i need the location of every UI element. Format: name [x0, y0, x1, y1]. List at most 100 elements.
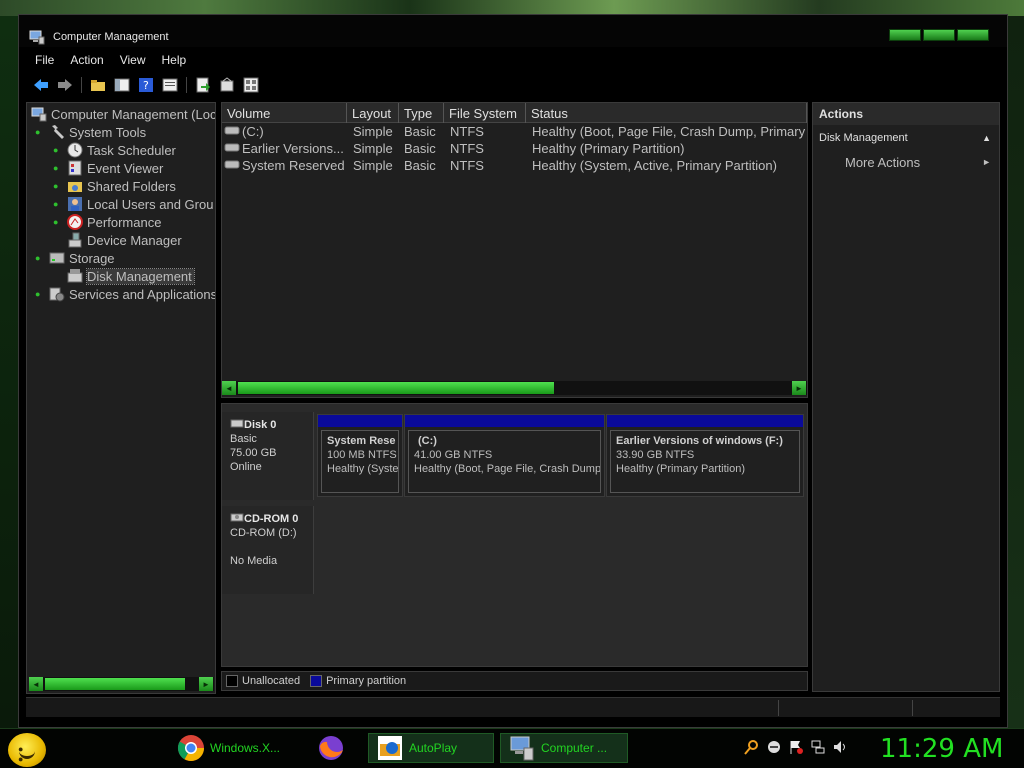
- column-layout[interactable]: Layout: [347, 103, 399, 123]
- taskbar-item-firefox[interactable]: [310, 733, 356, 763]
- search-icon[interactable]: [744, 739, 760, 755]
- expand-icon[interactable]: ●: [53, 217, 63, 227]
- action-center-flag-icon[interactable]: [788, 739, 804, 755]
- partition-c[interactable]: (C:) 41.00 GB NTFS Healthy (Boot, Page F…: [404, 414, 605, 497]
- volume-icon[interactable]: [832, 739, 848, 755]
- autoplay-icon: [375, 733, 405, 763]
- window-title: Computer Management: [53, 31, 169, 43]
- column-volume[interactable]: Volume: [222, 103, 347, 123]
- more-actions-item[interactable]: More Actions ►: [813, 153, 999, 173]
- volume-row[interactable]: (C:) Simple Basic NTFS Healthy (Boot, Pa…: [222, 124, 807, 141]
- storage-icon: [49, 250, 65, 266]
- tree-item-label: Task Scheduler: [87, 142, 176, 158]
- toolbar-separator: [186, 77, 187, 93]
- show-hide-tree-icon[interactable]: [114, 77, 130, 93]
- actions-section-disk-management[interactable]: Disk Management ▲: [813, 129, 999, 149]
- volume-horizontal-scrollbar[interactable]: ◄ ►: [222, 381, 807, 395]
- title-bar[interactable]: Computer Management: [19, 15, 1007, 47]
- column-status[interactable]: Status: [526, 103, 807, 123]
- maximize-button[interactable]: [923, 29, 955, 41]
- refresh-icon[interactable]: [219, 77, 235, 93]
- start-button[interactable]: ● ●: [8, 733, 46, 767]
- volume-list: Volume Layout Type File System Status (C…: [221, 102, 808, 398]
- tree-item-computer-management[interactable]: Computer Management (Loc: [31, 105, 215, 123]
- tree-item-local-users[interactable]: ● Local Users and Grou: [53, 195, 213, 213]
- tree-item-performance[interactable]: ● Performance: [53, 213, 161, 231]
- partition-system-reserved[interactable]: System Rese 100 MB NTFS Healthy (Syste: [317, 414, 403, 497]
- taskbar-item-computer-management[interactable]: Computer ...: [500, 733, 628, 763]
- drive-icon: [224, 158, 240, 173]
- network-icon[interactable]: [810, 739, 826, 755]
- close-button[interactable]: [957, 29, 989, 41]
- help-icon[interactable]: ?: [138, 77, 154, 93]
- minus-circle-icon[interactable]: [766, 739, 782, 755]
- scroll-left-icon[interactable]: ◄: [222, 381, 236, 395]
- volume-layout: Simple: [353, 124, 393, 139]
- tree-item-shared-folders[interactable]: ● Shared Folders: [53, 177, 176, 195]
- partition-type-bar: [318, 415, 402, 427]
- clock[interactable]: 11:29 AM: [880, 734, 1003, 764]
- status-bar: [26, 697, 1000, 717]
- menu-file[interactable]: File: [27, 51, 62, 71]
- more-actions-label: More Actions: [845, 155, 921, 170]
- taskbar-item-autoplay[interactable]: AutoPlay: [368, 733, 494, 763]
- partition-f[interactable]: Earlier Versions of windows (F:) 33.90 G…: [606, 414, 804, 497]
- disk-0-label[interactable]: Disk 0 Basic 75.00 GB Online: [222, 412, 314, 500]
- firefox-icon: [316, 733, 346, 763]
- back-icon[interactable]: [33, 77, 49, 93]
- expand-icon[interactable]: ●: [35, 253, 45, 263]
- toolbar: ?: [27, 73, 999, 97]
- column-type[interactable]: Type: [399, 103, 444, 123]
- scroll-thumb[interactable]: [238, 382, 554, 394]
- tree-item-storage[interactable]: ● Storage: [35, 249, 115, 267]
- services-icon: [49, 286, 65, 302]
- expand-icon[interactable]: ●: [53, 163, 63, 173]
- menu-help[interactable]: Help: [154, 51, 195, 71]
- expand-icon[interactable]: ●: [53, 145, 63, 155]
- tree-item-label: Device Manager: [87, 232, 182, 248]
- scroll-left-icon[interactable]: ◄: [29, 677, 43, 691]
- forward-icon[interactable]: [57, 77, 73, 93]
- volume-name: Earlier Versions...: [242, 141, 344, 156]
- tree-item-label: Performance: [87, 214, 162, 230]
- scroll-right-icon[interactable]: ►: [792, 381, 806, 395]
- tree-item-task-scheduler[interactable]: ● Task Scheduler: [53, 141, 176, 159]
- expand-icon[interactable]: ●: [53, 199, 63, 209]
- tree-item-services[interactable]: ● Services and Applications: [35, 285, 215, 303]
- clock-icon: [67, 142, 83, 158]
- volume-row[interactable]: System Reserved Simple Basic NTFS Health…: [222, 158, 807, 175]
- expand-icon[interactable]: ●: [53, 181, 63, 191]
- tree-item-system-tools[interactable]: ● System Tools: [35, 123, 146, 141]
- tree-item-event-viewer[interactable]: ● Event Viewer: [53, 159, 163, 177]
- up-folder-icon[interactable]: [90, 77, 106, 93]
- export-icon[interactable]: [195, 77, 211, 93]
- volume-type: Basic: [404, 141, 436, 156]
- volume-type: Basic: [404, 124, 436, 139]
- window-controls: [889, 29, 989, 41]
- menu-view[interactable]: View: [112, 51, 154, 71]
- partition-name: System Rese: [327, 435, 396, 447]
- shared-folder-icon: [67, 178, 83, 194]
- disk-map: Disk 0 Basic 75.00 GB Online System Rese…: [221, 403, 808, 667]
- computer-management-icon: [507, 733, 537, 763]
- expand-icon[interactable]: ●: [35, 289, 45, 299]
- system-tray: [744, 739, 848, 755]
- column-file-system[interactable]: File System: [444, 103, 526, 123]
- scroll-thumb[interactable]: [45, 678, 185, 690]
- expand-icon[interactable]: ●: [35, 127, 45, 137]
- tree-item-device-manager[interactable]: Device Manager: [67, 231, 182, 249]
- tree-horizontal-scrollbar[interactable]: ◄ ►: [29, 677, 214, 691]
- tree-item-disk-management[interactable]: Disk Management: [67, 267, 195, 285]
- cdrom-0-label[interactable]: CD-ROM 0 CD-ROM (D:) No Media: [222, 506, 314, 594]
- menu-action[interactable]: Action: [62, 51, 111, 71]
- collapse-icon[interactable]: ▲: [982, 133, 991, 143]
- tree-item-label: Disk Management: [86, 267, 195, 285]
- unallocated-swatch: [226, 675, 238, 687]
- view-icon[interactable]: [243, 77, 259, 93]
- taskbar-item-chrome[interactable]: Windows.X...: [170, 733, 294, 763]
- volume-row[interactable]: Earlier Versions... Simple Basic NTFS He…: [222, 141, 807, 158]
- minimize-button[interactable]: [889, 29, 921, 41]
- properties-icon[interactable]: [162, 77, 178, 93]
- cdrom-icon: [230, 513, 244, 525]
- scroll-right-icon[interactable]: ►: [199, 677, 213, 691]
